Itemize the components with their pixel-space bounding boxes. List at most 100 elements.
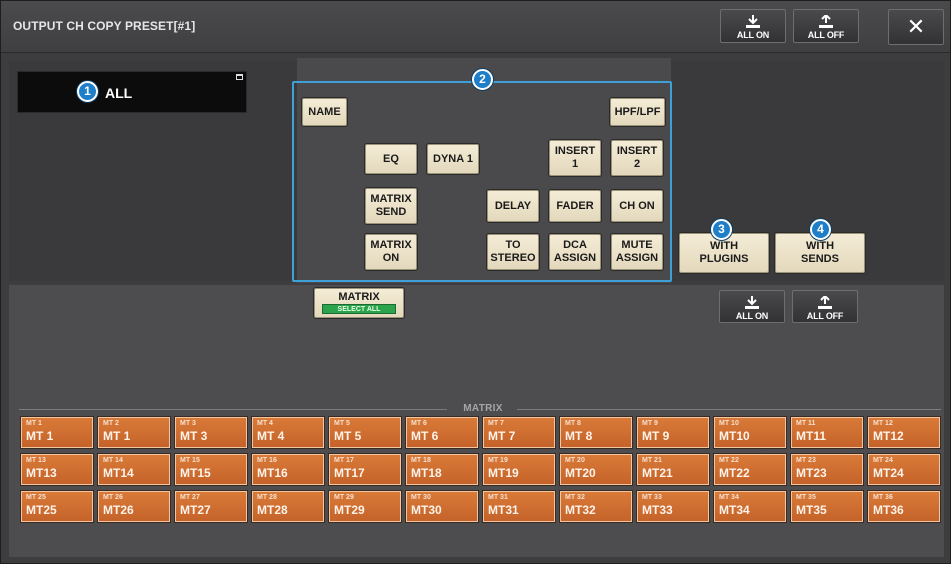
select-all-badge: SELECT ALL <box>322 304 396 314</box>
matrix-channel-button[interactable]: MT 30 MT30 <box>406 491 478 522</box>
matrix-channel-button[interactable]: MT 34 MT34 <box>714 491 786 522</box>
matrix-channel-button[interactable]: MT 19 MT19 <box>483 454 555 485</box>
param-mute-assign-button[interactable]: MUTE ASSIGN <box>611 234 663 270</box>
matrix-all-on-button[interactable]: ALL ON <box>719 290 785 323</box>
param-matrix-on-line2: ON <box>382 252 400 264</box>
matrix-channel-button[interactable]: MT 36 MT36 <box>868 491 940 522</box>
matrix-channel-button[interactable]: MT 7 MT 7 <box>483 417 555 448</box>
matrix-channel-button[interactable]: MT 15 MT15 <box>175 454 247 485</box>
channel-number-label: MT 22 <box>719 457 739 464</box>
upload-arrow-icon <box>817 296 833 310</box>
param-ch-on-button[interactable]: CH ON <box>611 190 663 222</box>
channel-number-label: MT 24 <box>873 457 893 464</box>
channel-number-label: MT 33 <box>642 494 662 501</box>
param-ch-on-label: CH ON <box>619 199 655 212</box>
matrix-channel-button[interactable]: MT 23 MT23 <box>791 454 863 485</box>
channel-number-label: MT 26 <box>103 494 123 501</box>
channel-number-label: MT 6 <box>411 420 427 427</box>
channel-number-label: MT 21 <box>642 457 662 464</box>
matrix-title-label: MATRIX <box>338 291 380 303</box>
matrix-channel-button[interactable]: MT 32 MT32 <box>560 491 632 522</box>
matrix-channel-button[interactable]: MT 6 MT 6 <box>406 417 478 448</box>
channel-number-label: MT 5 <box>334 420 350 427</box>
callout-1: 1 <box>77 81 98 102</box>
matrix-channel-button[interactable]: MT 3 MT 3 <box>175 417 247 448</box>
matrix-channel-button[interactable]: MT 8 MT 8 <box>560 417 632 448</box>
channel-name-label: MT 5 <box>334 429 362 443</box>
matrix-channel-button[interactable]: MT 18 MT18 <box>406 454 478 485</box>
channel-number-label: MT 17 <box>334 457 354 464</box>
matrix-channel-button[interactable]: MT 11 MT11 <box>791 417 863 448</box>
channel-name-label: MT11 <box>796 429 827 443</box>
param-name-button[interactable]: NAME <box>302 98 347 126</box>
header-all-on-button[interactable]: ALL ON <box>720 9 786 43</box>
matrix-channel-button[interactable]: MT 27 MT27 <box>175 491 247 522</box>
callout-3: 3 <box>711 219 732 240</box>
matrix-channel-button[interactable]: MT 21 MT21 <box>637 454 709 485</box>
matrix-channel-button[interactable]: MT 2 MT 1 <box>98 417 170 448</box>
channel-name-label: MT35 <box>796 503 827 517</box>
param-fader-button[interactable]: FADER <box>549 190 601 222</box>
channel-name-label: MT 8 <box>565 429 593 443</box>
param-to-stereo-line2: STEREO <box>490 252 536 264</box>
channel-name-label: MT 4 <box>257 429 285 443</box>
matrix-channel-button[interactable]: MT 16 MT16 <box>252 454 324 485</box>
matrix-channel-button[interactable]: MT 24 MT24 <box>868 454 940 485</box>
download-arrow-icon <box>744 296 760 310</box>
header-all-on-label: ALL ON <box>736 30 770 40</box>
param-delay-button[interactable]: DELAY <box>487 190 539 222</box>
param-hpf-lpf-button[interactable]: HPF/LPF <box>610 98 665 126</box>
param-dca-assign-button[interactable]: DCA ASSIGN <box>549 234 601 270</box>
matrix-channel-button[interactable]: MT 9 MT 9 <box>637 417 709 448</box>
matrix-channel-button[interactable]: MT 12 MT12 <box>868 417 940 448</box>
matrix-channel-button[interactable]: MT 22 MT22 <box>714 454 786 485</box>
channel-name-label: MT19 <box>488 466 519 480</box>
matrix-channel-button[interactable]: MT 25 MT25 <box>21 491 93 522</box>
channel-number-label: MT 7 <box>488 420 504 427</box>
matrix-channel-button[interactable]: MT 33 MT33 <box>637 491 709 522</box>
matrix-channel-button[interactable]: MT 1 MT 1 <box>21 417 93 448</box>
matrix-all-off-button[interactable]: ALL OFF <box>792 290 858 323</box>
matrix-channel-button[interactable]: MT 17 MT17 <box>329 454 401 485</box>
channel-name-label: MT27 <box>180 503 211 517</box>
channel-name-label: MT23 <box>796 466 827 480</box>
matrix-channel-button[interactable]: MT 4 MT 4 <box>252 417 324 448</box>
param-dyna1-button[interactable]: DYNA 1 <box>427 144 479 174</box>
close-icon: ✕ <box>906 14 926 39</box>
matrix-select-all-button[interactable]: MATRIX SELECT ALL <box>314 288 404 318</box>
param-hpf-lpf-label: HPF/LPF <box>614 105 661 118</box>
param-delay-label: DELAY <box>494 199 532 212</box>
matrix-channel-button[interactable]: MT 10 MT10 <box>714 417 786 448</box>
matrix-channel-button[interactable]: MT 31 MT31 <box>483 491 555 522</box>
matrix-channel-button[interactable]: MT 35 MT35 <box>791 491 863 522</box>
param-insert1-button[interactable]: INSERT 1 <box>549 140 601 176</box>
param-matrix-on-button[interactable]: MATRIX ON <box>365 234 417 270</box>
matrix-channel-button[interactable]: MT 20 MT20 <box>560 454 632 485</box>
matrix-channel-button[interactable]: MT 28 MT28 <box>252 491 324 522</box>
header-all-off-button[interactable]: ALL OFF <box>793 9 859 43</box>
matrix-channel-button[interactable]: MT 13 MT13 <box>21 454 93 485</box>
channel-name-label: MT18 <box>411 466 442 480</box>
channel-name-label: MT13 <box>26 466 57 480</box>
channel-name-label: MT10 <box>719 429 750 443</box>
param-insert2-button[interactable]: INSERT 2 <box>611 140 663 176</box>
channel-number-label: MT 13 <box>26 457 46 464</box>
channel-name-label: MT28 <box>257 503 288 517</box>
matrix-channel-button[interactable]: MT 14 MT14 <box>98 454 170 485</box>
channel-number-label: MT 29 <box>334 494 354 501</box>
window-title: OUTPUT CH COPY PRESET[#1] <box>13 19 196 33</box>
matrix-channel-button[interactable]: MT 26 MT26 <box>98 491 170 522</box>
param-to-stereo-button[interactable]: TO STEREO <box>487 234 539 270</box>
channel-name-label: MT 1 <box>103 429 131 443</box>
channel-number-label: MT 4 <box>257 420 273 427</box>
matrix-channel-button[interactable]: MT 5 MT 5 <box>329 417 401 448</box>
channel-name-label: MT12 <box>873 429 904 443</box>
channel-name-label: MT14 <box>103 466 134 480</box>
header-all-off-label: ALL OFF <box>807 30 845 40</box>
close-button[interactable]: ✕ <box>888 9 944 45</box>
matrix-channel-button[interactable]: MT 29 MT29 <box>329 491 401 522</box>
param-matrix-send-button[interactable]: MATRIX SEND <box>365 188 417 224</box>
title-bar: OUTPUT CH COPY PRESET[#1] ALL ON ALL OFF… <box>1 1 950 53</box>
param-eq-button[interactable]: EQ <box>365 144 417 174</box>
channel-name-label: MT33 <box>642 503 673 517</box>
